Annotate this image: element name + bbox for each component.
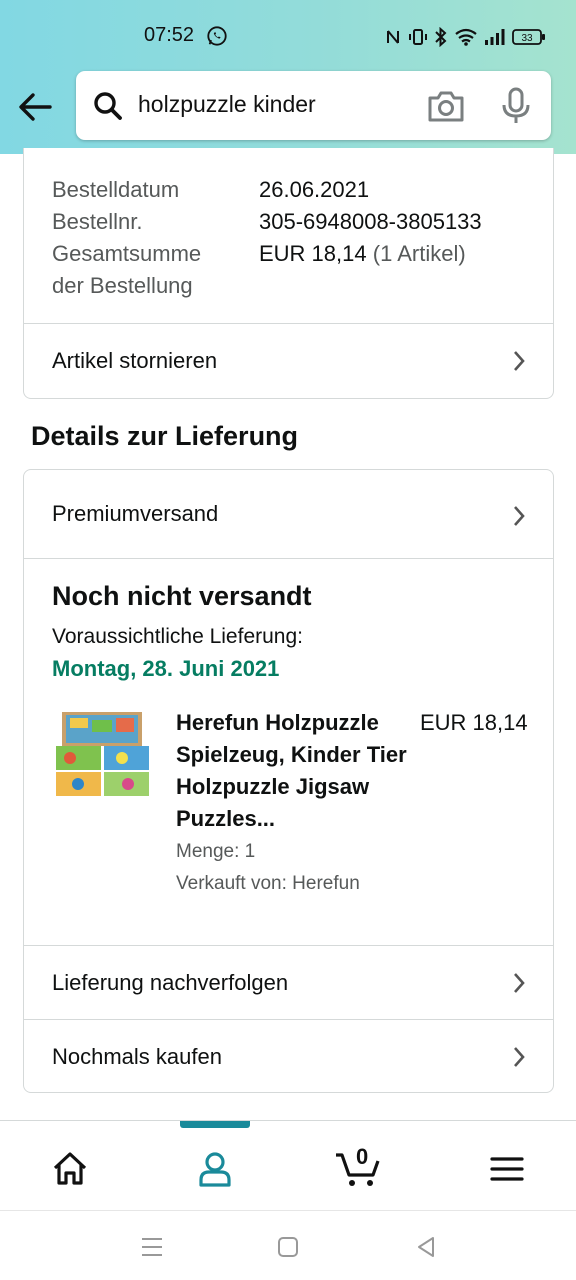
product-title-link[interactable]: Herefun Holzpuzzle Spielzeug, Kinder Tie… (176, 707, 416, 835)
home-icon[interactable] (50, 1149, 90, 1189)
back-arrow-icon[interactable] (16, 88, 54, 126)
chevron-right-icon (514, 1047, 525, 1067)
chevron-right-icon (514, 506, 525, 526)
system-nav-bar (0, 1210, 576, 1280)
bottom-nav: 0 (0, 1120, 576, 1210)
wifi-icon (455, 28, 477, 46)
divider (24, 558, 553, 559)
buy-again-label: Nochmals kaufen (52, 1044, 222, 1069)
expected-delivery-date: Montag, 28. Juni 2021 (52, 656, 280, 681)
order-date-value: 26.06.2021 (259, 177, 370, 202)
app-root: 07:52 33 holzpuzzle kinder Bestelldatum … (0, 0, 576, 1280)
order-total-label-line1: Gesamtsumme (52, 241, 202, 266)
search-input[interactable]: holzpuzzle kinder (138, 91, 316, 118)
cart-button[interactable]: 0 (334, 1144, 384, 1189)
order-total-amount: EUR 18,14 (259, 241, 367, 266)
shipment-status: Noch nicht versandt (52, 581, 312, 611)
search-icon (94, 92, 122, 120)
order-total-items: (1 Artikel) (372, 241, 466, 266)
header: 07:52 33 holzpuzzle kinder (0, 0, 576, 154)
track-delivery-row[interactable]: Lieferung nachverfolgen (24, 946, 553, 1019)
order-date-label: Bestelldatum (52, 177, 180, 202)
cancel-items-label: Artikel stornieren (52, 348, 218, 373)
product-seller: Verkauft von: Herefun (176, 873, 360, 894)
active-tab-indicator (180, 1121, 250, 1128)
recent-apps-icon[interactable] (140, 1235, 164, 1259)
back-button-icon[interactable] (414, 1235, 438, 1259)
home-button-icon[interactable] (276, 1235, 300, 1259)
menu-icon[interactable] (487, 1149, 527, 1189)
delivery-card: Premiumversand Noch nicht versandt Vorau… (23, 469, 554, 1093)
shipping-method-row[interactable]: Premiumversand (24, 470, 553, 558)
status-icons: 33 (386, 26, 546, 48)
delivery-section-title: Details zur Lieferung (31, 421, 299, 451)
status-bar: 07:52 33 (0, 0, 576, 72)
track-delivery-label: Lieferung nachverfolgen (52, 970, 289, 995)
status-time: 07:52 (144, 24, 195, 46)
microphone-icon[interactable] (500, 87, 532, 125)
signal-icon (485, 29, 505, 45)
nfc-icon (387, 30, 399, 44)
search-bar[interactable]: holzpuzzle kinder (76, 71, 551, 140)
account-icon[interactable] (195, 1149, 235, 1189)
order-total-label-line2: der Bestellung (52, 273, 193, 298)
product-image[interactable] (56, 710, 149, 796)
order-number-value: 305-6948008-3805133 (259, 209, 482, 234)
shipping-method-label: Premiumversand (52, 501, 219, 526)
bluetooth-icon (435, 27, 447, 47)
product-quantity: Menge: 1 (176, 841, 256, 862)
cart-count: 0 (356, 1144, 369, 1169)
expected-delivery-label: Voraussichtliche Lieferung: (52, 625, 303, 648)
order-total-value: EUR 18,14 (1 Artikel) (259, 238, 466, 270)
battery-level: 33 (521, 33, 533, 44)
order-summary-card: Bestelldatum 26.06.2021 Bestellnr. 305-6… (23, 148, 554, 399)
vibrate-icon (409, 29, 427, 45)
buy-again-row[interactable]: Nochmals kaufen (24, 1020, 553, 1093)
battery-icon: 33 (512, 29, 545, 45)
whatsapp-icon (207, 26, 227, 46)
order-number-label: Bestellnr. (52, 209, 143, 234)
product-price: EUR 18,14 (420, 710, 528, 735)
chevron-right-icon (514, 973, 525, 993)
cancel-items-row[interactable]: Artikel stornieren (24, 324, 553, 398)
camera-icon[interactable] (426, 88, 466, 124)
chevron-right-icon (514, 351, 525, 371)
